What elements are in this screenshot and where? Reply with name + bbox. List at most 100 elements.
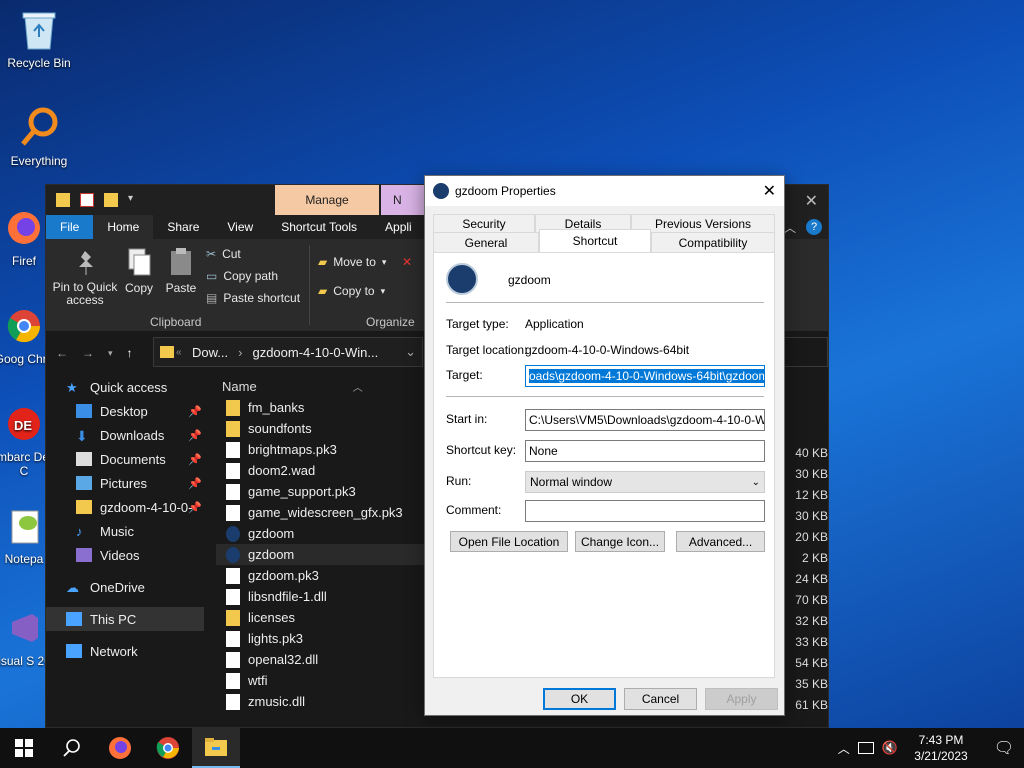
nav-onedrive[interactable]: ☁ OneDrive	[46, 575, 204, 599]
file-row[interactable]: gzdoom	[216, 523, 426, 544]
tab-shortcut[interactable]: Shortcut	[539, 229, 651, 252]
file-row[interactable]: lights.pk3	[216, 628, 426, 649]
copy-to-button[interactable]: ▰ Copy to ▾	[318, 284, 385, 298]
desktop-icon-label: Recycle Bin	[7, 56, 71, 70]
pin-to-quick-access-button[interactable]: Pin to Quick access	[52, 247, 118, 307]
taskbar-chrome[interactable]	[144, 728, 192, 768]
nav-gzdoom-folder[interactable]: gzdoom-4-10-0- 📌	[46, 495, 204, 519]
shortcut-key-field[interactable]: None	[525, 440, 765, 462]
delete-button[interactable]: ✕	[402, 255, 412, 269]
forward-arrow-icon[interactable]: →	[82, 346, 94, 360]
nav-documents[interactable]: Documents 📌	[46, 447, 204, 471]
back-arrow-icon[interactable]: ←	[56, 346, 68, 360]
file-row[interactable]: licenses	[216, 607, 426, 628]
open-file-location-button[interactable]: Open File Location	[450, 531, 568, 552]
up-arrow-icon[interactable]: ↑	[127, 346, 133, 360]
cancel-button[interactable]: Cancel	[624, 688, 697, 710]
chrome-icon	[156, 737, 179, 759]
file-row[interactable]: openal32.dll	[216, 649, 426, 670]
target-value: oads\gzdoom-4-10-0-Windows-64bit\gzdoom.…	[529, 369, 764, 383]
clock[interactable]: 7:43 PM 3/21/2023	[906, 732, 976, 764]
nav-music[interactable]: ♪ Music	[46, 519, 204, 543]
taskbar-file-explorer[interactable]	[192, 728, 240, 768]
tab-view[interactable]: View	[213, 215, 267, 239]
run-select[interactable]: Normal window ⌄	[525, 471, 765, 493]
change-icon-button[interactable]: Change Icon...	[575, 531, 665, 552]
ok-button[interactable]: OK	[543, 688, 616, 710]
close-icon[interactable]: ✕	[763, 181, 776, 201]
address-dropdown-icon[interactable]: ⌄	[405, 344, 416, 360]
tab-file[interactable]: File	[46, 215, 94, 239]
notifications-icon[interactable]: 🗨	[984, 738, 1024, 758]
tab-general[interactable]: General	[433, 232, 539, 252]
pin-icon: 📌	[188, 453, 202, 466]
file-row[interactable]: libsndfile-1.dll	[216, 586, 426, 607]
properties-icon[interactable]	[80, 193, 94, 207]
tab-shortcut-tools[interactable]: Shortcut Tools	[267, 215, 371, 239]
tab-share[interactable]: Share	[153, 215, 213, 239]
tab-compatibility[interactable]: Compatibility	[651, 232, 775, 252]
paste-button[interactable]: Paste	[164, 247, 198, 295]
firefox-icon	[2, 206, 46, 250]
start-in-field[interactable]: C:\Users\VM5\Downloads\gzdoom-4-10-0-Win…	[525, 409, 765, 431]
move-to-button[interactable]: ▰ Move to ▾	[318, 255, 386, 269]
folder-move-icon: ▰	[318, 255, 328, 269]
magnifier-icon	[17, 106, 61, 150]
advanced-button[interactable]: Advanced...	[676, 531, 765, 552]
desktop-icon-everything[interactable]: Everything	[1, 106, 77, 168]
nav-desktop[interactable]: Desktop 📌	[46, 399, 204, 423]
file-row[interactable]: zmusic.dll	[216, 691, 426, 712]
target-field[interactable]: oads\gzdoom-4-10-0-Windows-64bit\gzdoom.…	[525, 365, 765, 387]
desktop-icon-recycle-bin[interactable]: Recycle Bin	[1, 8, 77, 70]
file-icon	[226, 504, 240, 521]
paste-shortcut-button[interactable]: ▤ Paste shortcut	[206, 291, 300, 305]
file-row[interactable]: wtfi	[216, 670, 426, 691]
start-button[interactable]	[0, 728, 48, 768]
comment-field[interactable]	[525, 500, 765, 522]
address-segment[interactable]: gzdoom-4-10-0-Win...	[252, 345, 378, 360]
file-row[interactable]: game_support.pk3	[216, 481, 426, 502]
taskbar-firefox[interactable]	[96, 728, 144, 768]
help-icon[interactable]: ?	[806, 219, 822, 235]
customize-dropdown-icon[interactable]: ▾	[128, 193, 133, 207]
tab-application-tools[interactable]: Appli	[371, 215, 426, 239]
recent-locations-icon[interactable]: ▾	[108, 348, 113, 359]
file-row[interactable]: soundfonts	[216, 418, 426, 439]
search-box[interactable]	[784, 337, 828, 367]
file-row[interactable]: doom2.wad	[216, 460, 426, 481]
tab-previous-versions[interactable]: Previous Versions	[631, 214, 775, 232]
file-row[interactable]: brightmaps.pk3	[216, 439, 426, 460]
file-row[interactable]: gzdoom.pk3	[216, 565, 426, 586]
copy-path-button[interactable]: ▭ Copy path	[206, 269, 278, 283]
search-button[interactable]	[48, 728, 96, 768]
file-row[interactable]: gzdoom	[216, 544, 426, 565]
volume-muted-icon[interactable]: 🔇	[882, 740, 898, 756]
close-icon[interactable]: ✕	[805, 191, 818, 211]
copy-button[interactable]: Copy	[122, 247, 156, 295]
address-segment[interactable]: Dow...	[192, 345, 228, 360]
cut-button[interactable]: ✂ Cut	[206, 247, 241, 261]
collapse-ribbon-icon[interactable]: ︿	[784, 219, 796, 236]
nav-network[interactable]: Network	[46, 639, 204, 663]
music-icon: ♪	[76, 524, 83, 539]
tab-security[interactable]: Security	[433, 214, 535, 232]
new-folder-icon[interactable]	[104, 193, 118, 207]
apply-button[interactable]: Apply	[705, 688, 778, 710]
nav-downloads[interactable]: ⬇ Downloads 📌	[46, 423, 204, 447]
nav-label: Quick access	[90, 379, 168, 395]
column-header-name[interactable]: Name ︿	[216, 375, 426, 397]
separator	[446, 302, 764, 303]
network-icon[interactable]	[857, 742, 874, 754]
file-size: 12 KB	[795, 488, 828, 502]
nav-videos[interactable]: Videos	[46, 543, 204, 567]
folder-icon[interactable]	[56, 193, 70, 207]
file-row[interactable]: game_widescreen_gfx.pk3	[216, 502, 426, 523]
nav-quick-access[interactable]: ★ Quick access	[46, 375, 204, 399]
tab-home[interactable]: Home	[93, 215, 154, 239]
manage-context-tab[interactable]: Manage	[275, 185, 379, 215]
nav-pictures[interactable]: Pictures 📌	[46, 471, 204, 495]
nav-this-pc[interactable]: This PC	[46, 607, 204, 631]
address-bar[interactable]: « Dow... › gzdoom-4-10-0-Win... ⌄	[153, 337, 423, 367]
chevron-up-icon[interactable]: ︿	[838, 740, 850, 757]
file-row[interactable]: fm_banks	[216, 397, 426, 418]
